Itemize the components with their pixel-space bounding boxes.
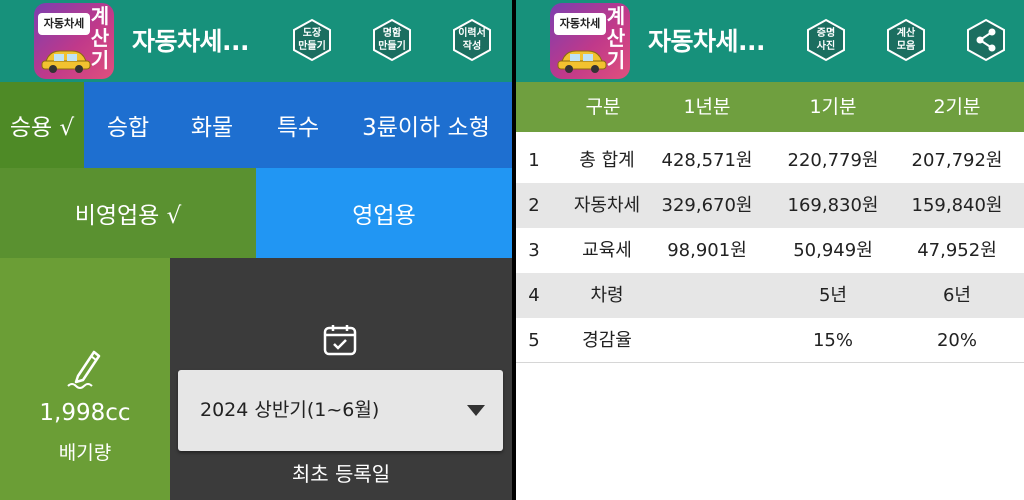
dropdown-arrow-icon bbox=[467, 405, 485, 416]
resume-label: 이력서 작성 bbox=[458, 28, 486, 52]
row-number: 5 bbox=[528, 330, 540, 351]
id-photo-button[interactable]: 증명 사진 bbox=[806, 18, 846, 62]
logo-plate-text: 자동차세 bbox=[38, 13, 90, 35]
row-first-half: 15% bbox=[812, 330, 853, 351]
tab-van-label: 승합 bbox=[106, 115, 150, 141]
pencil-icon bbox=[67, 350, 101, 389]
table-divider bbox=[516, 362, 1024, 363]
table-header: 구분 1년분 1기분 2기분 bbox=[516, 82, 1024, 132]
table-row: 1 총 합계 428,571원 220,779원 207,792원 bbox=[516, 138, 1024, 183]
business-card-label: 명함 만들기 bbox=[378, 28, 406, 52]
row-annual bbox=[652, 318, 762, 363]
row-label: 경감율 bbox=[582, 330, 632, 351]
tab-special-label: 특수 bbox=[276, 115, 320, 141]
left-screen: 자동차세 계산기 자동차세... 도장 만들기 명함 만들기 이력서 작성 승용… bbox=[0, 0, 512, 500]
header-category: 구분 bbox=[585, 96, 621, 118]
tab-non-commercial-label: 비영업용 √ bbox=[74, 203, 182, 229]
row-first-half: 50,949원 bbox=[793, 240, 873, 261]
stamp-maker-label: 도장 만들기 bbox=[298, 28, 326, 52]
stamp-maker-button[interactable]: 도장 만들기 bbox=[292, 18, 332, 62]
header-second-half: 2기분 bbox=[933, 96, 981, 118]
row-second-half: 47,952원 bbox=[917, 240, 997, 261]
logo-plate-text: 자동차세 bbox=[554, 13, 606, 35]
row-label: 교육세 bbox=[582, 240, 632, 261]
row-annual: 428,571원 bbox=[661, 150, 753, 171]
tab-non-commercial[interactable]: 비영업용 √ bbox=[0, 168, 256, 258]
logo-vertical-text: 계산기 bbox=[90, 4, 110, 72]
resume-button[interactable]: 이력서 작성 bbox=[452, 18, 492, 62]
row-first-half: 169,830원 bbox=[787, 195, 879, 216]
app-title: 자동차세... bbox=[648, 27, 766, 56]
first-registration-label[interactable]: 최초 등록일 bbox=[170, 458, 512, 487]
header-annual: 1년분 bbox=[683, 96, 731, 118]
table-row: 5 경감율 15% 20% bbox=[516, 318, 1024, 363]
tab-van[interactable]: 승합 bbox=[92, 82, 164, 168]
calculator-collection-button[interactable]: 계산 모음 bbox=[886, 18, 926, 62]
header-first-half: 1기분 bbox=[809, 96, 857, 118]
period-select-value: 2024 상반기(1~6월) bbox=[200, 399, 380, 421]
row-first-half: 5년 bbox=[818, 285, 847, 306]
tab-commercial[interactable]: 영업용 bbox=[256, 168, 512, 258]
table-row: 4 차령 5년 6년 bbox=[516, 273, 1024, 318]
app-logo: 자동차세 계산기 bbox=[34, 3, 114, 79]
tab-passenger-label: 승용 √ bbox=[9, 115, 75, 141]
row-number: 3 bbox=[528, 240, 540, 261]
table-row: 3 교육세 98,901원 50,949원 47,952원 bbox=[516, 228, 1024, 273]
tab-small-three-wheel[interactable]: 3륜이하 소형 bbox=[346, 82, 506, 168]
tab-commercial-label: 영업용 bbox=[352, 203, 416, 229]
tab-special[interactable]: 특수 bbox=[262, 82, 334, 168]
app-logo: 자동차세 계산기 bbox=[550, 3, 630, 79]
car-icon bbox=[557, 50, 607, 73]
tab-small-three-wheel-label: 3륜이하 소형 bbox=[362, 115, 490, 141]
row-number: 4 bbox=[528, 285, 540, 306]
row-annual: 98,901원 bbox=[667, 240, 747, 261]
row-second-half: 20% bbox=[936, 330, 977, 351]
logo-vertical-text: 계산기 bbox=[606, 4, 626, 72]
tab-passenger[interactable]: 승용 √ bbox=[0, 82, 84, 168]
row-annual bbox=[652, 273, 762, 318]
share-icon bbox=[967, 18, 1005, 62]
displacement-value: 1,998cc bbox=[39, 400, 131, 426]
app-bar: 자동차세 계산기 자동차세... 도장 만들기 명함 만들기 이력서 작성 bbox=[0, 0, 512, 82]
car-icon bbox=[41, 50, 91, 73]
row-second-half: 159,840원 bbox=[911, 195, 1003, 216]
row-label: 차령 bbox=[590, 285, 624, 306]
app-title: 자동차세... bbox=[132, 27, 250, 56]
period-select[interactable]: 2024 상반기(1~6월) bbox=[178, 370, 503, 451]
row-second-half: 207,792원 bbox=[911, 150, 1003, 171]
tab-truck-label: 화물 bbox=[190, 115, 234, 141]
row-annual: 329,670원 bbox=[661, 195, 753, 216]
table-row: 2 자동차세 329,670원 169,830원 159,840원 bbox=[516, 183, 1024, 228]
id-photo-label: 증명 사진 bbox=[816, 28, 836, 52]
tab-truck[interactable]: 화물 bbox=[176, 82, 248, 168]
row-label: 자동차세 bbox=[573, 195, 641, 216]
displacement-button[interactable]: 1,998cc 배기량 bbox=[0, 258, 170, 500]
app-bar: 자동차세 계산기 자동차세... 증명 사진 계산 모음 bbox=[516, 0, 1024, 82]
right-screen: 자동차세 계산기 자동차세... 증명 사진 계산 모음 구분 1년분 1기분 … bbox=[516, 0, 1024, 500]
calculator-collection-label: 계산 모음 bbox=[896, 28, 916, 52]
row-number: 2 bbox=[528, 195, 540, 216]
displacement-label: 배기량 bbox=[58, 442, 112, 464]
business-card-button[interactable]: 명함 만들기 bbox=[372, 18, 412, 62]
row-second-half: 6년 bbox=[942, 285, 971, 306]
row-first-half: 220,779원 bbox=[787, 150, 879, 171]
calendar-check-icon bbox=[323, 325, 357, 356]
row-number: 1 bbox=[528, 150, 540, 171]
share-button[interactable] bbox=[966, 18, 1006, 62]
row-label: 총 합계 bbox=[579, 150, 635, 171]
